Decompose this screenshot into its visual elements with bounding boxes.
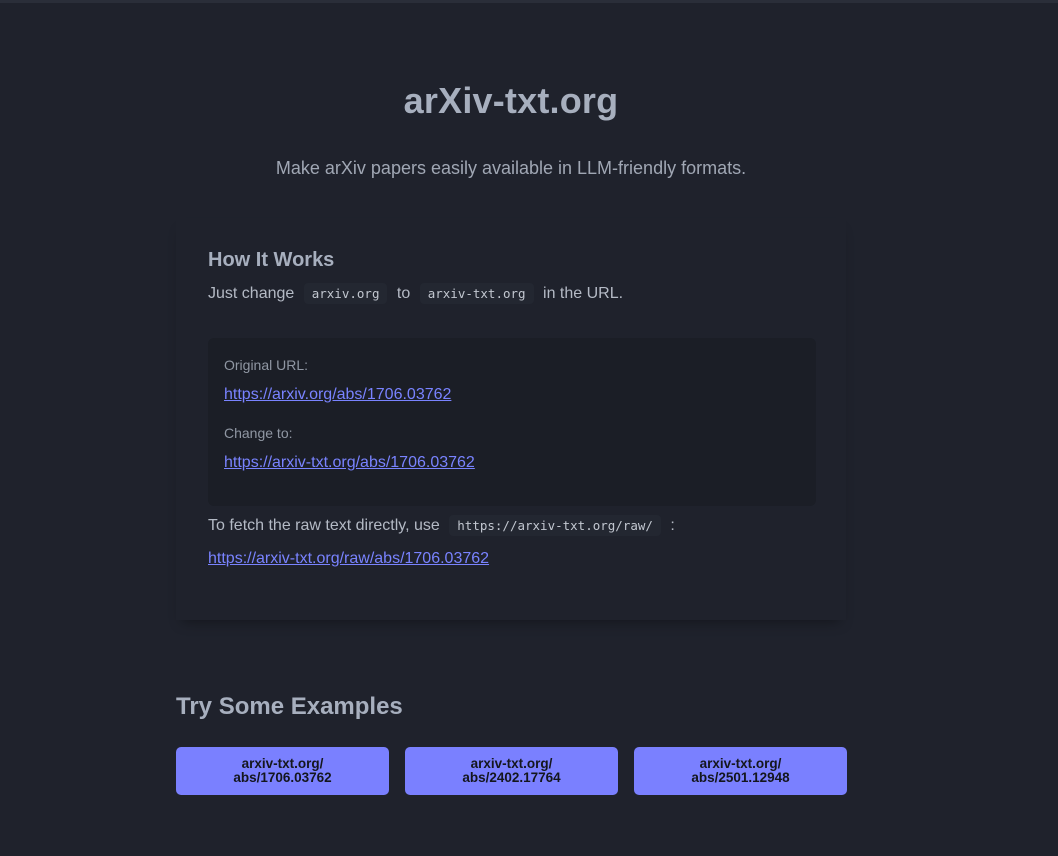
instruction-text: Just change arxiv.org to arxiv-txt.org i… [208,283,624,304]
how-it-works-heading: How It Works [208,249,335,271]
examples-row: arxiv-txt.org/ abs/1706.03762 arxiv-txt.… [176,747,848,795]
tagline: Make arXiv papers easily available in LL… [275,158,747,178]
instruction-prefix: Just change [208,285,295,302]
example-button-line1: arxiv-txt.org/ [241,756,324,771]
top-border [0,0,1058,3]
raw-prefix: To fetch the raw text directly, use [208,517,440,534]
url-example-box: Original URL: https://arxiv.org/abs/1706… [208,338,816,506]
raw-suffix: : [670,517,675,534]
instruction-middle: to [396,285,411,302]
original-url-link[interactable]: https://arxiv.org/abs/1706.03762 [224,386,451,404]
example-button-line1: arxiv-txt.org/ [699,756,782,771]
instruction-suffix: in the URL. [543,285,624,302]
examples-heading: Try Some Examples [176,693,403,720]
example-button-line2: abs/2501.12948 [691,770,790,785]
site-title: arXiv-txt.org [403,80,619,121]
example-button-line2: abs/2402.17764 [462,770,561,785]
example-button-1706[interactable]: arxiv-txt.org/ abs/1706.03762 [176,747,389,795]
raw-text-instruction: To fetch the raw text directly, use http… [208,515,675,536]
page: arXiv-txt.org Make arXiv papers easily a… [0,0,1058,856]
example-button-line2: abs/1706.03762 [233,770,332,785]
original-url-label: Original URL: [224,357,309,373]
example-button-line1: arxiv-txt.org/ [470,756,553,771]
example-button-2501[interactable]: arxiv-txt.org/ abs/2501.12948 [634,747,847,795]
code-arxiv-domain: arxiv.org [303,283,388,304]
code-raw-endpoint: https://arxiv-txt.org/raw/ [449,515,661,536]
code-arxiv-txt-domain: arxiv-txt.org [419,283,534,304]
change-to-label: Change to: [224,425,293,441]
changed-url-link[interactable]: https://arxiv-txt.org/abs/1706.03762 [224,454,475,472]
raw-url-link[interactable]: https://arxiv-txt.org/raw/abs/1706.03762 [208,550,489,568]
example-button-2402[interactable]: arxiv-txt.org/ abs/2402.17764 [405,747,618,795]
